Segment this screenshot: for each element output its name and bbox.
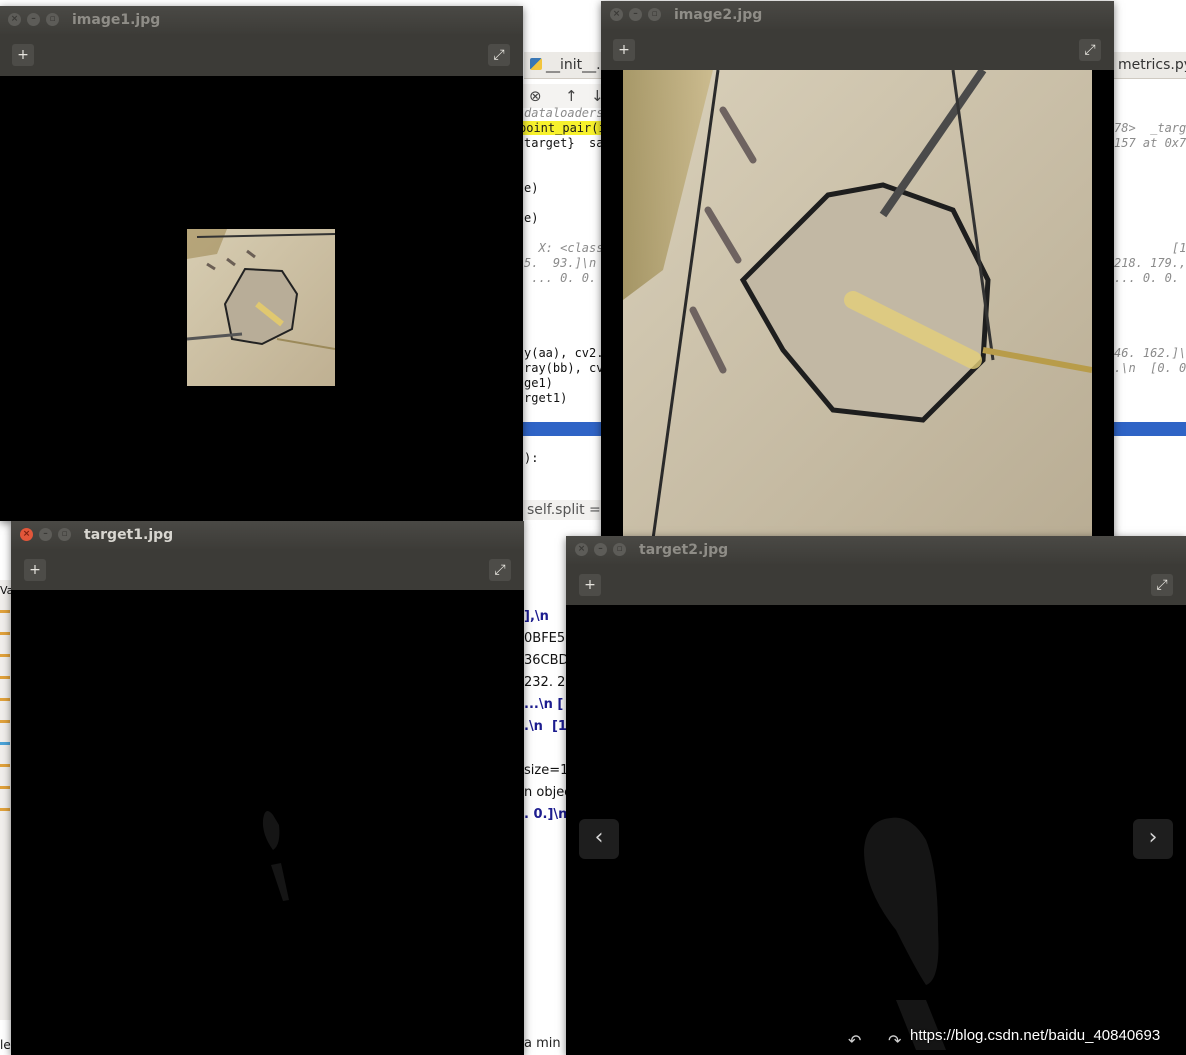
variable-value: 36CBD	[524, 653, 569, 668]
console-text: a min	[524, 1036, 561, 1051]
next-image-button[interactable]: ›	[1133, 819, 1173, 859]
tab-label: __init__.p	[546, 57, 610, 73]
code-line: y(aa), cv2.	[524, 346, 604, 360]
code-line: 78> _targ	[1114, 121, 1186, 135]
maximize-icon[interactable]: ▫	[648, 8, 661, 21]
code-line: 5. 93.]\n	[524, 256, 597, 270]
code-line: 46. 162.]\n	[1114, 346, 1186, 360]
tab-label: metrics.py	[1118, 57, 1186, 73]
window-title: image1.jpg	[72, 12, 161, 28]
image1-window[interactable]: × – ▫ image1.jpg + ⤢	[0, 6, 523, 521]
viewer-toolbar: + ⤢	[566, 564, 1186, 606]
minimize-icon[interactable]: –	[629, 8, 642, 21]
code-line: point_pair(i	[519, 121, 606, 136]
photo-image	[623, 70, 1092, 539]
maximize-icon[interactable]: ▫	[613, 543, 626, 556]
code-line: ray(bb), cv2	[524, 361, 611, 375]
variable-value: ],\n	[524, 609, 549, 624]
image2-window[interactable]: × – ▫ image2.jpg + ⤢	[601, 1, 1114, 539]
window-title: target1.jpg	[84, 527, 174, 543]
minimize-icon[interactable]: –	[594, 543, 607, 556]
code-line: .\n [0. 0.	[1114, 361, 1186, 375]
variable-type-icon	[0, 654, 10, 657]
variable-type-icon	[0, 808, 10, 811]
code-line: ge1)	[524, 376, 553, 390]
editor-tab-metrics[interactable]: metrics.py	[1112, 52, 1186, 79]
variable-value: . 0.]\n	[524, 807, 568, 822]
code-line: 157 at 0x7f	[1114, 136, 1186, 150]
image-canvas: ‹ › ↶ ↷	[566, 605, 1186, 1055]
window-titlebar[interactable]: × – ▫ target2.jpg	[566, 536, 1186, 564]
close-icon[interactable]: ×	[610, 8, 623, 21]
variable-type-icon	[0, 698, 10, 701]
window-title: target2.jpg	[639, 542, 729, 558]
fullscreen-icon[interactable]: ⤢	[488, 44, 510, 66]
close-icon[interactable]: ×	[8, 13, 21, 26]
variable-type-icon	[0, 742, 10, 745]
variable-type-icon	[0, 632, 10, 635]
maximize-icon[interactable]: ▫	[58, 528, 71, 541]
variable-value: ...\n [	[524, 697, 564, 712]
rotate-left-icon[interactable]: ↶	[848, 1031, 861, 1050]
variable-type-icon	[0, 786, 10, 789]
variable-type-icon	[0, 676, 10, 679]
code-line: target} sa	[524, 136, 604, 150]
mask-image	[864, 817, 946, 1050]
code-line: X: <class	[524, 241, 604, 255]
minimize-icon[interactable]: –	[39, 528, 52, 541]
close-icon[interactable]: ×	[20, 528, 33, 541]
viewer-toolbar: + ⤢	[601, 29, 1114, 71]
target2-window[interactable]: × – ▫ target2.jpg + ⤢ ‹ › ↶ ↷	[566, 536, 1186, 1055]
close-icon[interactable]: ×	[575, 543, 588, 556]
window-titlebar[interactable]: × – ▫ image2.jpg	[601, 1, 1114, 29]
variable-type-icon	[0, 764, 10, 767]
code-line: e)	[524, 181, 539, 195]
variable-value: .\n [1	[524, 719, 567, 734]
maximize-icon[interactable]: ▫	[46, 13, 59, 26]
python-file-icon	[530, 58, 542, 70]
fullscreen-icon[interactable]: ⤢	[1151, 574, 1173, 596]
find-toolbar: ⊗ ↑ ↓	[523, 84, 604, 108]
code-line: e)	[524, 211, 539, 225]
previous-image-button[interactable]: ‹	[579, 819, 619, 859]
minimize-icon[interactable]: –	[27, 13, 40, 26]
code-line: rget1)	[524, 391, 568, 405]
add-icon[interactable]: +	[613, 39, 635, 61]
variable-value: 232. 2	[524, 675, 566, 690]
status-label: le	[0, 1038, 11, 1052]
photo-image	[187, 229, 335, 386]
code-line: [1	[1172, 241, 1186, 255]
code-line: ... 0. 0.	[524, 271, 597, 285]
code-line: 218. 179.,	[1114, 256, 1186, 270]
variable-type-icon	[0, 610, 10, 613]
search-highlight: point_pair(i	[519, 121, 606, 135]
window-titlebar[interactable]: × – ▫ target1.jpg	[11, 521, 524, 549]
fullscreen-icon[interactable]: ⤢	[489, 559, 511, 581]
code-line: ... 0. 0.	[1114, 271, 1180, 285]
variable-value: n objec	[524, 785, 572, 800]
window-titlebar[interactable]: × – ▫ image1.jpg	[0, 6, 523, 34]
previous-match-icon[interactable]: ↑	[565, 84, 578, 108]
fullscreen-icon[interactable]: ⤢	[1079, 39, 1101, 61]
image-canvas	[11, 590, 524, 1055]
watermark-url: https://blog.csdn.net/baidu_40840693	[910, 1027, 1161, 1044]
add-icon[interactable]: +	[24, 559, 46, 581]
add-icon[interactable]: +	[579, 574, 601, 596]
viewer-toolbar: + ⤢	[11, 549, 524, 591]
image-canvas	[0, 76, 523, 521]
window-title: image2.jpg	[674, 7, 763, 23]
code-line: ):	[524, 451, 539, 465]
mask-image	[262, 811, 289, 901]
viewer-toolbar: + ⤢	[0, 34, 523, 76]
image-canvas	[601, 70, 1114, 539]
clear-search-icon[interactable]: ⊗	[529, 84, 542, 108]
code-line: dataloaders.	[524, 106, 611, 120]
add-icon[interactable]: +	[12, 44, 34, 66]
target1-window[interactable]: × – ▫ target1.jpg + ⤢	[11, 521, 524, 1055]
rotate-right-icon[interactable]: ↷	[888, 1031, 901, 1050]
variable-type-icon	[0, 720, 10, 723]
